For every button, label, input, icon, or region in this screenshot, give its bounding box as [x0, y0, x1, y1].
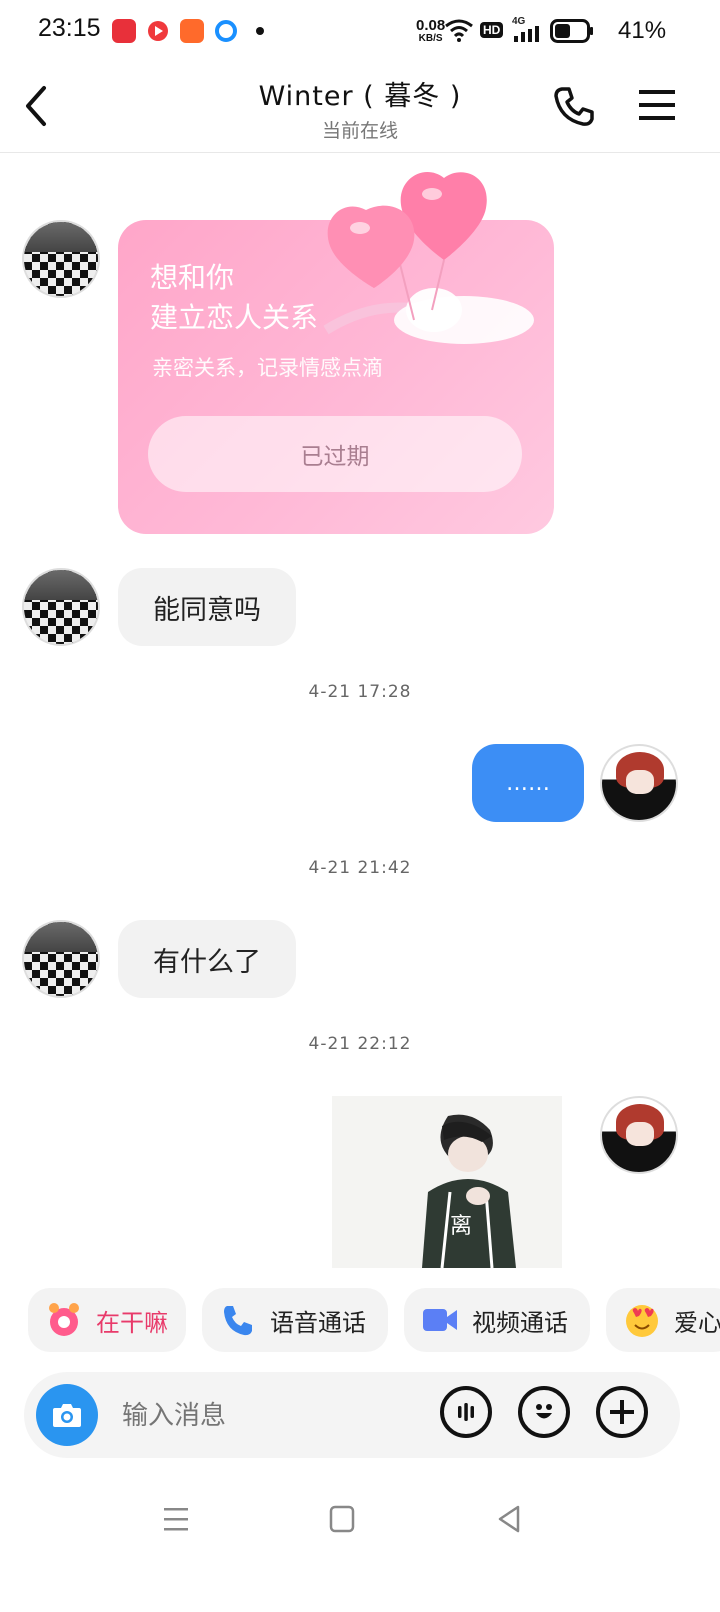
relationship-invite-card[interactable]: 想和你 建立恋人关系 亲密关系，记录情感点滴 已过期	[118, 172, 554, 534]
anime-character-image	[422, 1114, 516, 1268]
voice-call-icon	[218, 1300, 258, 1340]
camera-icon	[53, 1404, 81, 1427]
quick-action-label: 在干嘛	[96, 1308, 168, 1337]
invite-title: 想和你 建立恋人关系	[150, 261, 319, 334]
more-notifications-dot	[256, 27, 264, 35]
message-timestamp: 4-21 17:28	[308, 682, 412, 702]
nav-back-icon[interactable]	[494, 1500, 534, 1540]
heart-balloons-icon	[323, 172, 534, 344]
video-app-icon	[146, 19, 170, 43]
quick-action-whatsup[interactable]: 在干嘛	[28, 1288, 186, 1352]
network-speed: 0.08 KB/S	[416, 17, 446, 44]
my-avatar[interactable]	[600, 1096, 678, 1174]
outgoing-message[interactable]: ……	[472, 744, 584, 822]
status-time: 23:15	[38, 14, 101, 42]
home-icon[interactable]	[326, 1500, 366, 1540]
quick-action-label: 爱心	[674, 1308, 720, 1337]
expired-button[interactable]: 已过期	[148, 416, 522, 492]
plus-icon	[610, 1400, 634, 1424]
browser-app-icon	[214, 19, 238, 43]
smiley-icon	[536, 1404, 552, 1419]
message-timestamp: 4-21 21:42	[308, 858, 412, 878]
signal-icon	[514, 26, 539, 42]
my-avatar[interactable]	[600, 744, 678, 822]
voice-wave-icon	[458, 1403, 474, 1421]
video-call-icon	[420, 1300, 460, 1340]
kuaishou-app-icon	[180, 19, 204, 43]
contact-name: Winter ( 暮冬 )	[258, 81, 462, 112]
message-input[interactable]	[120, 1390, 424, 1442]
status-bar: 23:15 0.08 KB/S HD 4G 41%	[0, 0, 720, 64]
recent-apps-icon[interactable]	[160, 1500, 200, 1540]
quick-action-video-call[interactable]: 视频通话	[404, 1288, 590, 1352]
online-status: 当前在线	[321, 120, 398, 142]
sticker-image[interactable]: 离	[332, 1096, 562, 1268]
incoming-message[interactable]: 能同意吗	[118, 568, 296, 646]
contact-avatar[interactable]	[22, 220, 100, 298]
battery-percent: 41%	[618, 17, 667, 44]
more-plus-button[interactable]	[596, 1386, 648, 1438]
quick-action-voice-call[interactable]: 语音通话	[202, 1288, 388, 1352]
camera-button[interactable]	[36, 1384, 98, 1446]
menu-icon[interactable]	[638, 88, 678, 122]
voice-input-button[interactable]	[440, 1386, 492, 1438]
app-notification-icon	[112, 19, 136, 43]
quick-action-love[interactable]: 爱心	[606, 1288, 720, 1352]
heart-eyes-emoji-icon	[622, 1300, 662, 1340]
quick-action-label: 视频通话	[472, 1308, 568, 1337]
camera-sticker-icon	[44, 1300, 84, 1340]
quick-action-label: 语音通话	[270, 1308, 366, 1337]
chat-header: Winter ( 暮冬 ) 当前在线	[0, 64, 720, 153]
contact-avatar[interactable]	[22, 920, 100, 998]
message-timestamp: 4-21 22:12	[308, 1034, 412, 1054]
emoji-button[interactable]	[518, 1386, 570, 1438]
message-input-bar	[24, 1372, 680, 1458]
hd-icon: HD	[480, 22, 504, 38]
wifi-icon	[445, 19, 473, 42]
incoming-message[interactable]: 有什么了	[118, 920, 296, 998]
contact-avatar[interactable]	[22, 568, 100, 646]
sticker-text: 离	[450, 1214, 473, 1239]
battery-icon	[550, 19, 593, 43]
phone-call-icon[interactable]	[552, 84, 596, 128]
